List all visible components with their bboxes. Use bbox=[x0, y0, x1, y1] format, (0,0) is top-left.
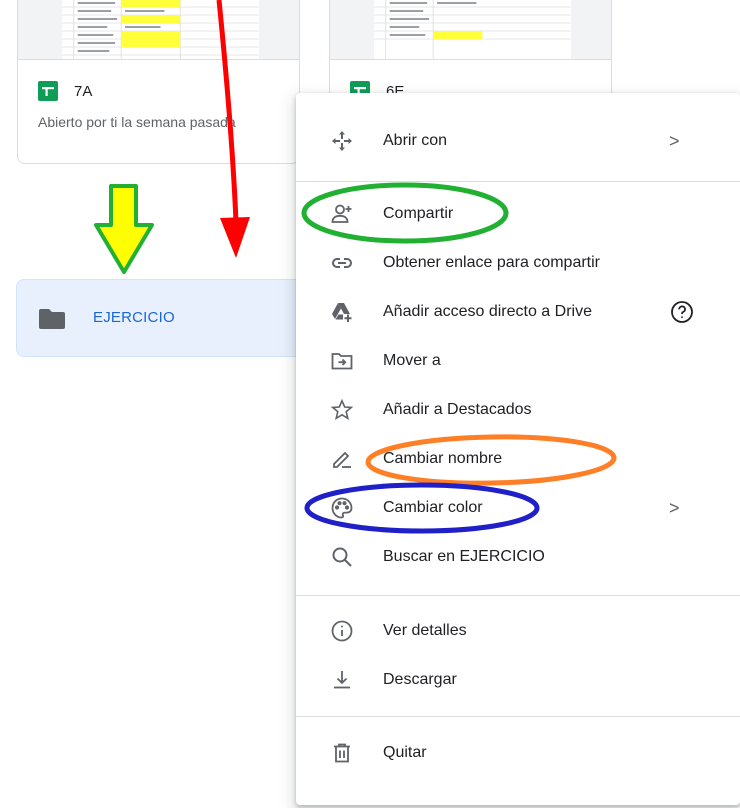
help-icon[interactable] bbox=[670, 300, 694, 324]
menu-item-rename[interactable]: Cambiar nombre bbox=[296, 435, 740, 483]
drive-shortcut-icon bbox=[330, 300, 354, 324]
menu-item-share[interactable]: Compartir bbox=[296, 190, 740, 238]
move-to-icon bbox=[330, 349, 354, 373]
info-icon bbox=[330, 619, 354, 643]
context-menu: Abrir con > Compartir Obtener enlace par… bbox=[296, 93, 740, 805]
person-add-icon bbox=[330, 202, 354, 226]
open-with-icon bbox=[330, 129, 354, 153]
submenu-chevron-icon: > bbox=[669, 130, 680, 151]
menu-item-open-with[interactable]: Abrir con > bbox=[296, 117, 740, 165]
menu-item-add-starred[interactable]: Añadir a Destacados bbox=[296, 386, 740, 434]
yellow-arrow-annotation bbox=[94, 184, 154, 274]
folder-ejercicio[interactable]: EJERCICIO bbox=[16, 279, 308, 357]
menu-item-get-link[interactable]: Obtener enlace para compartir bbox=[296, 239, 740, 287]
menu-item-remove[interactable]: Quitar bbox=[296, 729, 740, 777]
file-thumbnail bbox=[18, 0, 299, 60]
pencil-icon bbox=[330, 447, 354, 471]
star-icon bbox=[330, 398, 354, 422]
search-icon bbox=[330, 545, 354, 569]
menu-item-view-details[interactable]: Ver detalles bbox=[296, 607, 740, 655]
menu-item-download[interactable]: Descargar bbox=[296, 656, 740, 704]
menu-item-change-color[interactable]: Cambiar color > bbox=[296, 484, 740, 532]
menu-item-move-to[interactable]: Mover a bbox=[296, 337, 740, 385]
menu-divider bbox=[296, 181, 740, 182]
palette-icon bbox=[330, 496, 354, 520]
menu-divider bbox=[296, 595, 740, 596]
menu-item-search-in-folder[interactable]: Buscar en EJERCICIO bbox=[296, 533, 740, 581]
file-last-opened: Abierto por ti la semana pasada bbox=[38, 114, 236, 130]
submenu-chevron-icon: > bbox=[669, 497, 680, 518]
folder-icon bbox=[39, 309, 65, 329]
file-name: 7A bbox=[74, 82, 93, 100]
menu-item-add-shortcut[interactable]: Añadir acceso directo a Drive bbox=[296, 288, 740, 336]
download-icon bbox=[330, 668, 354, 692]
menu-divider bbox=[296, 716, 740, 717]
link-icon bbox=[330, 251, 354, 275]
google-sheets-icon bbox=[38, 81, 58, 101]
folder-name: EJERCICIO bbox=[93, 309, 175, 326]
red-arrowhead-annotation bbox=[220, 217, 250, 258]
file-card-7a[interactable]: 7A Abierto por ti la semana pasada bbox=[17, 0, 300, 164]
file-thumbnail bbox=[330, 0, 611, 60]
trash-icon bbox=[330, 741, 354, 765]
